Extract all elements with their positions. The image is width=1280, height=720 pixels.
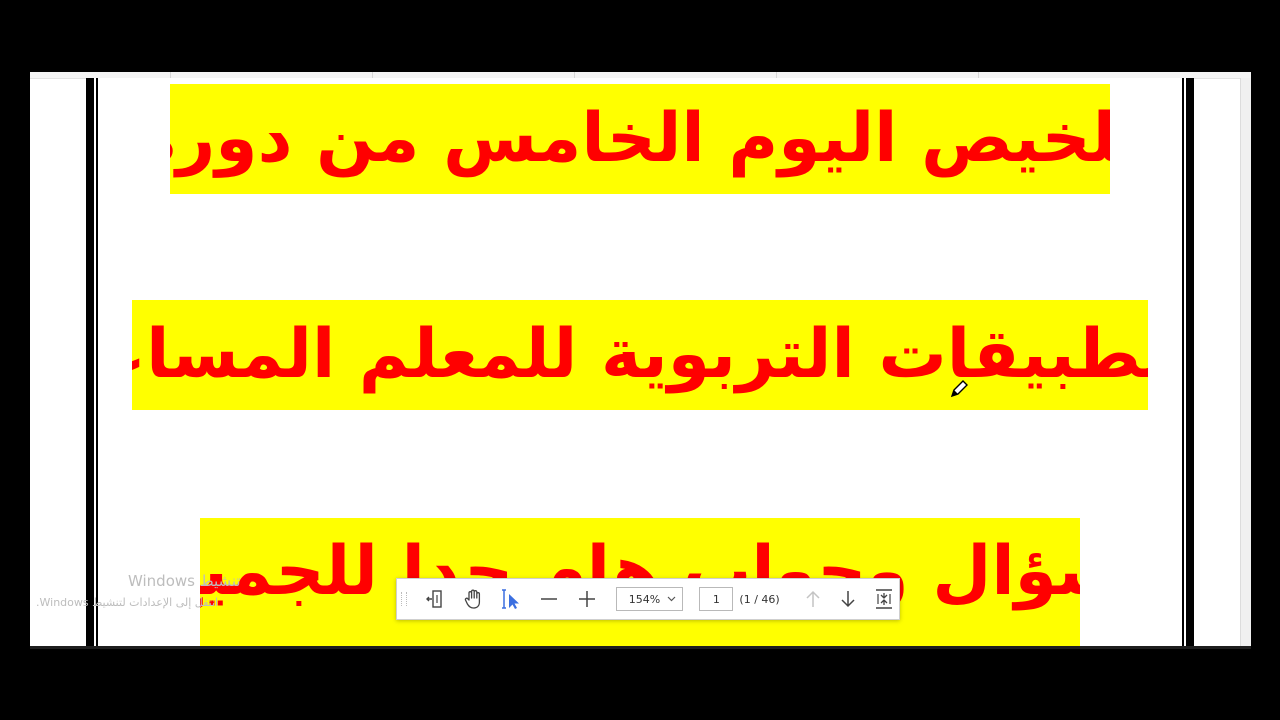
fit-page-icon	[876, 589, 893, 609]
pdf-viewer: تلخيص اليوم الخامس من دورة التطبيقات الت…	[30, 72, 1251, 646]
arrow-down-icon	[841, 591, 855, 608]
toolbar-grip[interactable]	[401, 592, 407, 606]
heading-line-1: تلخيص اليوم الخامس من دورة	[170, 84, 1110, 194]
fit-width-button[interactable]	[421, 584, 451, 614]
chevron-down-icon	[667, 596, 676, 602]
zoom-out-icon	[541, 598, 558, 600]
heading-line-2: التطبيقات التربوية للمعلم المساعد	[132, 300, 1148, 410]
page-number-input[interactable]	[699, 587, 734, 611]
pen-cursor-icon	[950, 380, 968, 398]
hand-tool-button[interactable]	[459, 584, 489, 614]
fit-page-button[interactable]	[869, 584, 899, 614]
zoom-value: 154%	[628, 592, 661, 606]
zoom-select[interactable]: 154%	[615, 587, 684, 611]
floating-toolbar: 154% (1 / 46)	[396, 578, 900, 620]
zoom-in-button[interactable]	[572, 584, 602, 614]
page-border-left	[86, 78, 98, 646]
watermark-subtitle: انتقل إلى الإعدادات لتنشيط Windows.	[36, 596, 219, 609]
text-select-button[interactable]	[497, 584, 527, 614]
hand-tool-icon	[464, 589, 480, 609]
taskbar-edge	[30, 646, 1251, 649]
zoom-in-icon	[578, 591, 595, 607]
zoom-out-button[interactable]	[534, 584, 564, 614]
watermark-title: Windows تنشيط	[128, 572, 241, 590]
previous-page-button[interactable]	[798, 584, 828, 614]
document-page: تلخيص اليوم الخامس من دورة التطبيقات الت…	[86, 78, 1194, 646]
fit-width-icon	[425, 590, 442, 608]
next-page-button[interactable]	[833, 584, 863, 614]
page-count: (1 / 46)	[739, 592, 780, 606]
page-border-right	[1182, 78, 1194, 646]
text-select-icon	[502, 589, 520, 609]
arrow-up-icon	[806, 590, 820, 607]
vertical-scrollbar[interactable]	[1240, 78, 1251, 646]
